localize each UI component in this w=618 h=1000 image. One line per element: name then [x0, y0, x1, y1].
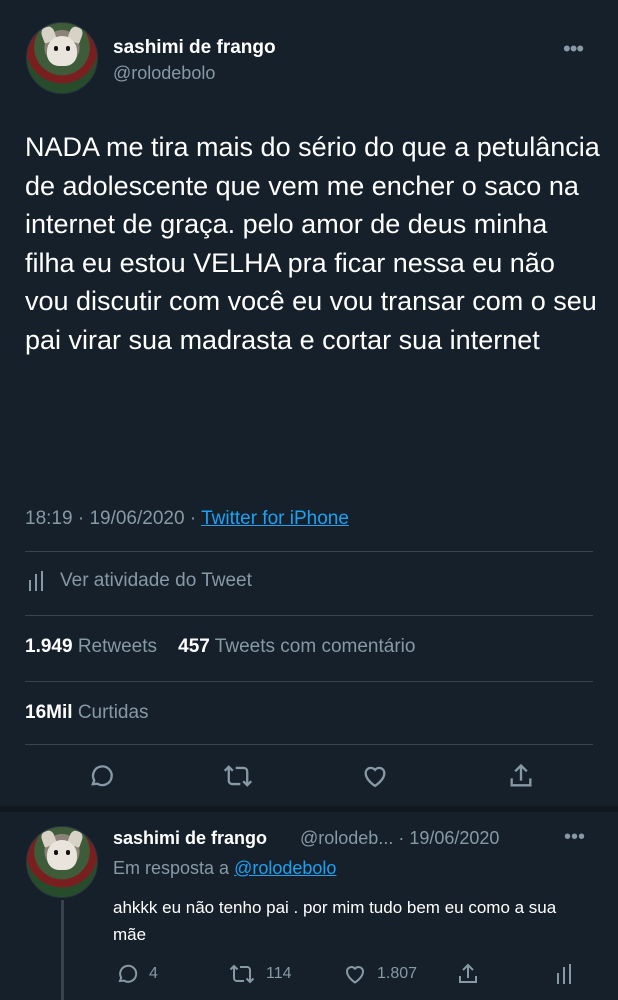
analytics-icon: [557, 964, 571, 984]
reply-display-name[interactable]: sashimi de frango: [113, 828, 267, 849]
more-options-icon[interactable]: •••: [563, 36, 584, 62]
retweet-button[interactable]: 114: [228, 960, 292, 988]
tweet-date: 19/06/2020: [89, 508, 185, 529]
comments-label: Tweets com comentário: [214, 636, 416, 657]
reply-button[interactable]: 4: [115, 960, 158, 988]
tweet-meta: 18:19 · 19/06/2020 · Twitter for iPhone: [25, 508, 349, 530]
analytics-icon: [29, 571, 43, 591]
thread-line: [61, 900, 64, 1000]
avatar[interactable]: [26, 826, 98, 898]
separator: ·: [189, 508, 202, 529]
divider: [25, 615, 593, 616]
comments-count: 457: [178, 636, 210, 657]
reply-handle-and-date: @rolodeb... · 19/06/2020: [300, 828, 500, 848]
likes-stat[interactable]: 16Mil Curtidas: [25, 702, 149, 724]
reply-mention-link[interactable]: @rolodebolo: [234, 858, 336, 878]
reply-text: ahkkk eu não tenho pai . por mim tudo be…: [113, 898, 557, 944]
divider: [25, 681, 593, 682]
tweet-text: NADA me tira mais do sério do que a petu…: [25, 132, 600, 355]
share-button[interactable]: [503, 758, 539, 794]
user-handle[interactable]: @rolodebolo: [113, 63, 215, 84]
display-name[interactable]: sashimi de frango: [113, 37, 276, 59]
retweets-label: Retweets: [77, 636, 158, 657]
reply-icon: [118, 964, 138, 983]
tweet-activity-button[interactable]: Ver atividade do Tweet: [28, 570, 252, 592]
reply-count: 4: [149, 965, 158, 982]
retweet-button[interactable]: [220, 758, 256, 794]
section-divider: [0, 806, 618, 812]
like-button[interactable]: 1.807: [343, 960, 417, 988]
reply-prefix: Em resposta a: [113, 858, 230, 878]
tweet-time: 18:19: [25, 508, 73, 529]
retweets-count: 1.949: [25, 636, 73, 657]
reply-icon: [91, 765, 113, 787]
more-options-icon[interactable]: •••: [564, 826, 585, 849]
like-button[interactable]: [357, 758, 393, 794]
retweets-stat[interactable]: 1.949 Retweets: [25, 636, 157, 657]
divider: [25, 551, 593, 552]
tweet-activity-button[interactable]: [556, 960, 584, 988]
share-icon: [510, 763, 532, 787]
tweet-source-link[interactable]: Twitter for iPhone: [201, 508, 349, 529]
retweet-count: 114: [266, 965, 292, 982]
replying-to: Em resposta a @rolodebolo: [113, 858, 336, 879]
share-button[interactable]: [456, 960, 490, 988]
reply-button[interactable]: [83, 758, 119, 794]
separator: ·: [77, 508, 90, 529]
activity-label: Ver atividade do Tweet: [60, 570, 252, 591]
like-count: 1.807: [377, 965, 418, 982]
heart-icon: [364, 766, 386, 788]
share-icon: [459, 963, 477, 983]
likes-count: 16Mil: [25, 702, 73, 723]
likes-label: Curtidas: [77, 702, 149, 723]
avatar[interactable]: [26, 22, 98, 94]
retweet-icon: [223, 765, 253, 787]
comments-stat[interactable]: 457 Tweets com comentário: [178, 636, 415, 657]
divider: [25, 744, 593, 745]
engagement-stats: 1.949 Retweets 457 Tweets com comentário: [25, 636, 415, 658]
heart-icon: [345, 966, 365, 984]
retweet-icon: [229, 964, 255, 984]
